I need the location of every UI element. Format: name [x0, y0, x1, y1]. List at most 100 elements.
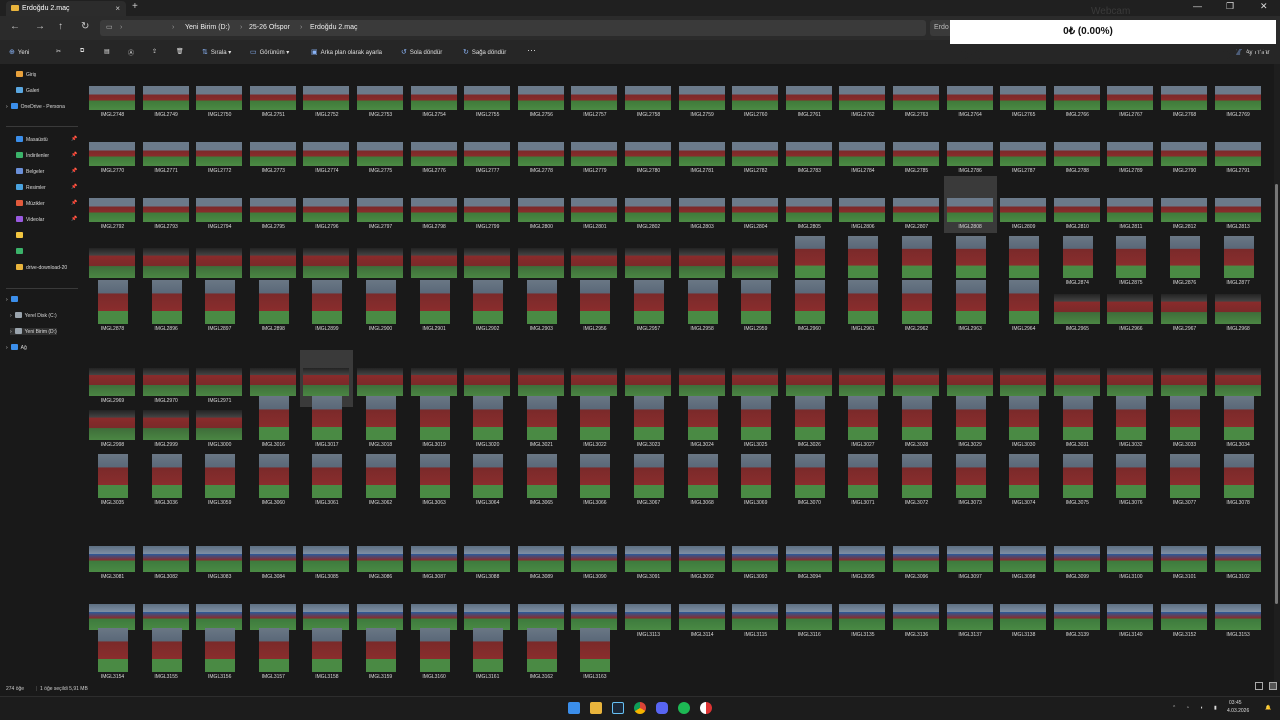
file-item[interactable]: IMGL2762 — [836, 64, 889, 121]
file-item[interactable]: IMGL2753 — [354, 64, 407, 121]
image-thumbnail[interactable] — [1214, 86, 1261, 110]
file-item[interactable]: IMGL2878 — [86, 278, 139, 335]
image-thumbnail[interactable] — [419, 396, 450, 440]
image-thumbnail[interactable] — [634, 454, 664, 498]
image-thumbnail[interactable] — [1214, 368, 1261, 396]
image-thumbnail[interactable] — [357, 86, 403, 110]
image-thumbnail[interactable] — [1009, 280, 1040, 324]
image-thumbnail[interactable] — [571, 546, 618, 572]
image-thumbnail[interactable] — [517, 198, 564, 222]
file-item[interactable]: IMGL2793 — [140, 176, 193, 233]
image-thumbnail[interactable] — [142, 368, 189, 396]
clock-date[interactable]: 4.03.2026 — [1227, 708, 1249, 714]
file-item[interactable]: IMGL2896 — [140, 278, 193, 335]
image-thumbnail[interactable] — [1000, 142, 1047, 166]
file-item[interactable]: IMGL3135 — [836, 584, 889, 641]
file-item[interactable]: IMGL3098 — [997, 526, 1050, 583]
image-thumbnail[interactable] — [1161, 546, 1207, 572]
file-item[interactable]: IMGL2794 — [193, 176, 246, 233]
image-thumbnail[interactable] — [1062, 236, 1093, 278]
file-item[interactable]: IMGL3159 — [354, 626, 407, 682]
file-item[interactable]: IMGL3033 — [1158, 394, 1211, 451]
file-item[interactable]: IMGL2897 — [193, 278, 246, 335]
refresh-button[interactable]: ↻ — [81, 21, 89, 32]
image-thumbnail[interactable] — [625, 368, 671, 396]
sort-button[interactable]: ⇅ Sırala ▾ — [202, 48, 231, 56]
file-item[interactable]: IMGL3085 — [300, 526, 353, 583]
image-thumbnail[interactable] — [142, 410, 189, 440]
image-thumbnail[interactable] — [249, 86, 296, 110]
file-item[interactable]: IMGL2796 — [300, 176, 353, 233]
image-thumbnail[interactable] — [1000, 198, 1047, 222]
image-thumbnail[interactable] — [732, 368, 779, 396]
image-thumbnail[interactable] — [517, 368, 564, 396]
image-thumbnail[interactable] — [312, 280, 343, 324]
file-item[interactable]: IMGL3139 — [1051, 584, 1104, 641]
file-item[interactable]: IMGL3095 — [836, 526, 889, 583]
image-thumbnail[interactable] — [580, 280, 611, 324]
file-item[interactable]: IMGL2758 — [622, 64, 675, 121]
image-thumbnail[interactable] — [625, 86, 671, 110]
file-item[interactable]: IMGL3082 — [140, 526, 193, 583]
image-thumbnail[interactable] — [1107, 546, 1154, 572]
image-thumbnail[interactable] — [196, 368, 243, 396]
sidebar-item[interactable]: Galeri — [16, 87, 39, 94]
sidebar-item[interactable]: › Ağ — [6, 344, 27, 351]
file-item[interactable]: IMGL2797 — [354, 176, 407, 233]
image-thumbnail[interactable] — [732, 604, 779, 630]
thumbnail-view-button[interactable] — [1269, 682, 1277, 690]
image-thumbnail[interactable] — [946, 142, 993, 166]
image-thumbnail[interactable] — [366, 454, 396, 498]
file-item[interactable]: IMGL3084 — [247, 526, 300, 583]
file-item[interactable]: IMGL2765 — [997, 64, 1050, 121]
file-item[interactable]: IMGL3068 — [676, 452, 729, 509]
image-thumbnail[interactable] — [1161, 604, 1207, 630]
image-thumbnail[interactable] — [205, 280, 236, 324]
file-item[interactable]: IMGL2802 — [622, 176, 675, 233]
file-item[interactable]: IMGL2901 — [408, 278, 461, 335]
image-thumbnail[interactable] — [785, 604, 832, 630]
file-item[interactable]: IMGL2899 — [300, 278, 353, 335]
file-item[interactable]: IMGL2750 — [193, 64, 246, 121]
start-icon[interactable] — [568, 702, 580, 714]
image-thumbnail[interactable] — [687, 454, 718, 498]
sidebar-item[interactable]: › — [6, 296, 21, 303]
image-thumbnail[interactable] — [946, 546, 993, 572]
image-thumbnail[interactable] — [1000, 604, 1047, 630]
image-thumbnail[interactable] — [312, 628, 343, 672]
file-item[interactable]: IMGL2751 — [247, 64, 300, 121]
file-item[interactable]: IMGL3138 — [997, 584, 1050, 641]
file-item[interactable]: IMGL2782 — [729, 120, 782, 177]
image-thumbnail[interactable] — [955, 280, 986, 324]
file-item[interactable]: IMGL2792 — [86, 176, 139, 233]
file-item[interactable]: IMGL3034 — [1212, 394, 1265, 451]
image-thumbnail[interactable] — [196, 248, 243, 278]
file-item[interactable]: IMGL3019 — [408, 394, 461, 451]
image-thumbnail[interactable] — [893, 86, 939, 110]
file-item[interactable]: IMGL3020 — [461, 394, 514, 451]
file-item[interactable]: IMGL2771 — [140, 120, 193, 177]
image-thumbnail[interactable] — [357, 198, 403, 222]
image-thumbnail[interactable] — [1161, 198, 1207, 222]
image-thumbnail[interactable] — [196, 410, 243, 440]
image-thumbnail[interactable] — [794, 454, 825, 498]
file-item[interactable]: IMGL3023 — [622, 394, 675, 451]
image-thumbnail[interactable] — [1116, 236, 1147, 278]
file-item[interactable]: IMGL2810 — [1051, 176, 1104, 233]
image-thumbnail[interactable] — [1107, 368, 1154, 396]
rotate-right-button[interactable]: ↻ Sağa döndür — [463, 48, 506, 56]
image-thumbnail[interactable] — [249, 368, 296, 396]
file-item[interactable]: IMGL2790 — [1158, 120, 1211, 177]
image-thumbnail[interactable] — [205, 628, 236, 672]
file-item[interactable]: IMGL3114 — [676, 584, 729, 641]
image-thumbnail[interactable] — [678, 198, 725, 222]
image-thumbnail[interactable] — [473, 628, 504, 672]
image-thumbnail[interactable] — [473, 396, 504, 440]
file-item[interactable]: IMGL3152 — [1158, 584, 1211, 641]
expand-chevron-icon[interactable]: › — [10, 313, 12, 319]
file-item[interactable]: IMGL3100 — [1104, 526, 1157, 583]
file-item[interactable]: IMGL3136 — [890, 584, 943, 641]
file-item[interactable]: IMGL3113 — [622, 584, 675, 641]
file-item[interactable]: IMGL2791 — [1212, 120, 1265, 177]
image-thumbnail[interactable] — [1053, 368, 1100, 396]
